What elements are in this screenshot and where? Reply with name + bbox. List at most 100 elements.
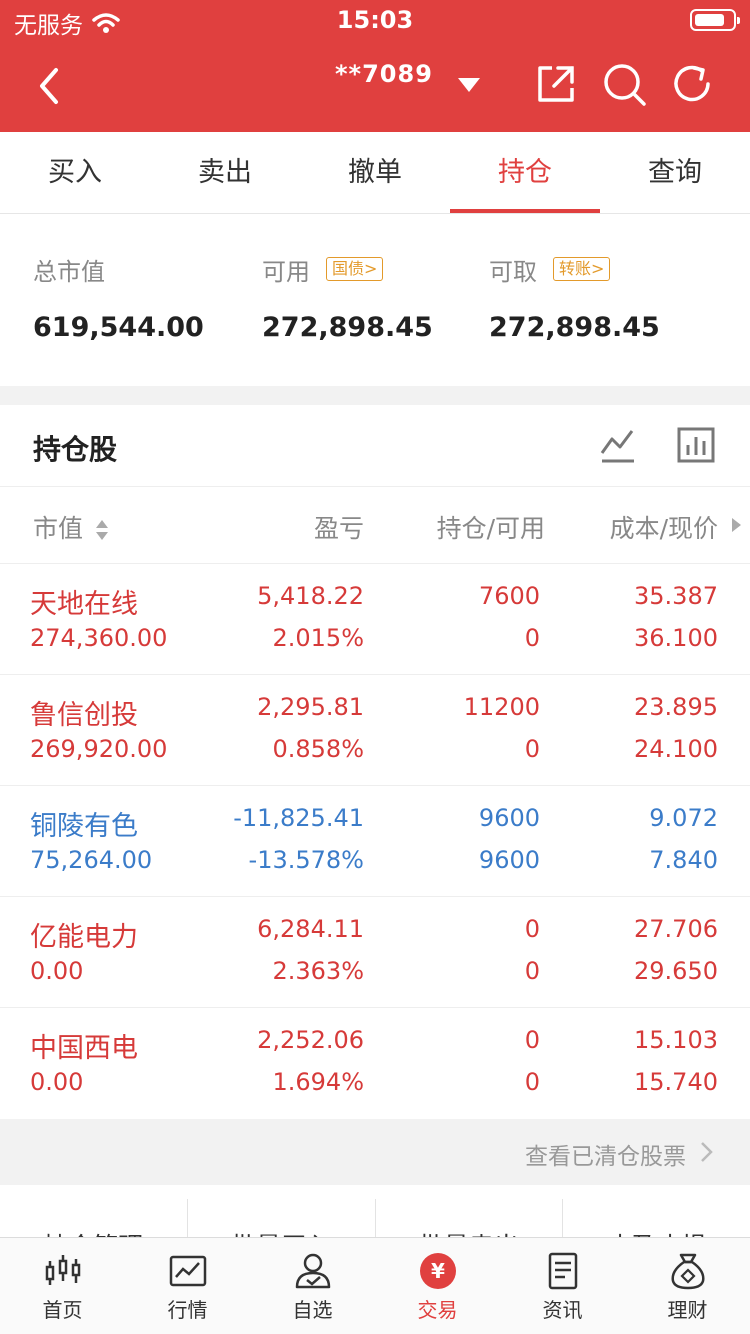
stock-market-value: 274,360.00 — [30, 624, 168, 652]
line-chart-icon[interactable] — [598, 425, 638, 465]
available-label: 可用 — [262, 257, 310, 286]
stock-name: 天地在线 — [30, 589, 138, 620]
money-bag-icon — [670, 1253, 705, 1290]
withdrawable-label: 可取 — [489, 257, 537, 286]
tabbar-news-label: 资讯 — [542, 1298, 583, 1322]
stock-market-value: 0.00 — [30, 1068, 84, 1096]
tab-positions[interactable]: 持仓 — [450, 132, 600, 213]
stock-cost: 35.387 — [634, 582, 718, 610]
candlestick-icon — [45, 1255, 80, 1285]
stock-price: 7.840 — [649, 846, 718, 874]
holding-row[interactable]: 铜陵有色 75,264.00 -11,825.41 -13.578% 9600 … — [0, 786, 750, 897]
stock-cost: 15.103 — [634, 1026, 718, 1054]
stock-name: 中国西电 — [30, 1033, 138, 1064]
search-icon[interactable] — [602, 62, 646, 106]
stock-price: 15.740 — [634, 1068, 718, 1096]
stock-price: 29.650 — [634, 957, 718, 985]
battery-icon — [690, 9, 740, 31]
available-amount: 272,898.45 — [262, 312, 433, 343]
stock-pl: 5,418.22 — [257, 582, 364, 610]
tabbar-market-label: 行情 — [167, 1298, 208, 1322]
withdrawable-funds: 可取 转账> 272,898.45 — [489, 254, 660, 343]
holding-row[interactable]: 亿能电力 0.00 6,284.11 2.363% 0 0 27.706 29.… — [0, 897, 750, 1008]
column-market-value[interactable]: 市值 — [33, 509, 109, 545]
tabbar-trade[interactable]: ¥ 交易 — [375, 1238, 500, 1334]
top-header: 无服务 15:03 **7089 — [0, 0, 750, 132]
stock-avail: 0 — [524, 624, 540, 652]
chevron-right-icon — [701, 1142, 713, 1162]
stock-cost: 27.706 — [634, 915, 718, 943]
back-icon[interactable] — [30, 62, 70, 110]
stock-qty: 7600 — [478, 582, 540, 610]
tabbar-home[interactable]: 首页 — [0, 1238, 125, 1334]
tabbar-wealth-label: 理财 — [667, 1298, 708, 1322]
available-funds: 可用 国债> 272,898.45 — [262, 254, 433, 343]
withdrawable-amount: 272,898.45 — [489, 312, 660, 343]
holdings-title: 持仓股 — [33, 433, 118, 466]
total-market-value: 总市值 619,544.00 — [33, 254, 204, 344]
holding-row[interactable]: 鲁信创投 269,920.00 2,295.81 0.858% 11200 0 … — [0, 675, 750, 786]
stock-pl-pct: -13.578% — [248, 846, 364, 874]
bottom-tab-bar: 首页 行情 自选 ¥ 交易 资讯 理财 — [0, 1237, 750, 1334]
stock-avail: 9600 — [478, 846, 540, 874]
tabbar-home-label: 首页 — [42, 1298, 83, 1322]
stock-pl-pct: 0.858% — [272, 735, 364, 763]
holdings-header: 持仓股 — [0, 405, 750, 487]
stock-pl: 2,295.81 — [257, 693, 364, 721]
stock-market-value: 75,264.00 — [30, 846, 153, 874]
stock-name: 亿能电力 — [30, 922, 138, 953]
battery-level — [695, 14, 724, 26]
tabbar-wealth[interactable]: 理财 — [625, 1238, 750, 1334]
total-market-value-label: 总市值 — [33, 257, 105, 286]
stock-avail: 0 — [524, 735, 540, 763]
cleared-stocks-link[interactable]: 查看已清仓股票 — [0, 1119, 750, 1185]
treasury-bond-button[interactable]: 国债> — [326, 257, 384, 281]
user-check-icon — [295, 1253, 330, 1289]
tab-query[interactable]: 查询 — [600, 132, 750, 213]
tabbar-watchlist[interactable]: 自选 — [250, 1238, 375, 1334]
tabbar-news[interactable]: 资讯 — [500, 1238, 625, 1334]
account-summary: 总市值 619,544.00 可用 国债> 272,898.45 可取 转账> … — [0, 214, 750, 386]
yuan-icon: ¥ — [419, 1253, 456, 1289]
stock-avail: 0 — [524, 957, 540, 985]
column-price: 成本/现价 — [609, 514, 718, 543]
stock-name: 鲁信创投 — [30, 700, 138, 731]
holdings-column-header: 市值 盈亏 持仓/可用 成本/现价 — [0, 487, 750, 564]
stock-cost: 23.895 — [634, 693, 718, 721]
stock-qty: 9600 — [478, 804, 540, 832]
holding-row[interactable]: 中国西电 0.00 2,252.06 1.694% 0 0 15.103 15.… — [0, 1008, 750, 1119]
holding-row[interactable]: 天地在线 274,360.00 5,418.22 2.015% 7600 0 3… — [0, 564, 750, 675]
stock-pl: -11,825.41 — [233, 804, 364, 832]
tabbar-market[interactable]: 行情 — [125, 1238, 250, 1334]
tab-buy[interactable]: 买入 — [0, 132, 150, 213]
column-position: 持仓/可用 — [436, 514, 545, 543]
holdings-list: 天地在线 274,360.00 5,418.22 2.015% 7600 0 3… — [0, 564, 750, 1119]
stock-pl: 2,252.06 — [257, 1026, 364, 1054]
transfer-button[interactable]: 转账> — [553, 257, 611, 281]
refresh-icon[interactable] — [670, 62, 714, 106]
tabbar-watchlist-label: 自选 — [292, 1298, 333, 1322]
stock-name: 铜陵有色 — [30, 811, 138, 842]
bar-chart-icon[interactable] — [676, 425, 716, 465]
chevron-right-icon[interactable] — [730, 517, 742, 533]
column-pl: 盈亏 — [313, 514, 364, 543]
tab-sell[interactable]: 卖出 — [150, 132, 300, 213]
svg-text:¥: ¥ — [431, 1259, 445, 1283]
stock-pl-pct: 2.015% — [272, 624, 364, 652]
stock-price: 24.100 — [634, 735, 718, 763]
quick-actions: 持仓管理 批量买入 批量卖出 止盈止损 — [0, 1185, 750, 1245]
trade-tabs: 买入 卖出 撤单 持仓 查询 — [0, 132, 750, 214]
document-icon — [548, 1252, 577, 1290]
stock-qty: 11200 — [463, 693, 540, 721]
account-number[interactable]: **7089 — [335, 60, 433, 88]
account-dropdown-icon[interactable] — [458, 78, 480, 92]
status-bar: 无服务 15:03 — [0, 0, 750, 40]
total-market-value-amount: 619,544.00 — [33, 312, 204, 343]
stock-pl-pct: 2.363% — [272, 957, 364, 985]
market-chart-icon — [169, 1255, 206, 1287]
tab-cancel-order[interactable]: 撤单 — [300, 132, 450, 213]
tabbar-trade-label: 交易 — [417, 1298, 458, 1322]
stock-cost: 9.072 — [649, 804, 718, 832]
share-icon[interactable] — [534, 62, 578, 106]
holdings-panel: 持仓股 市值 盈亏 持仓/可用 成本/现价 天地在线 274,360.00 5,… — [0, 405, 750, 1119]
